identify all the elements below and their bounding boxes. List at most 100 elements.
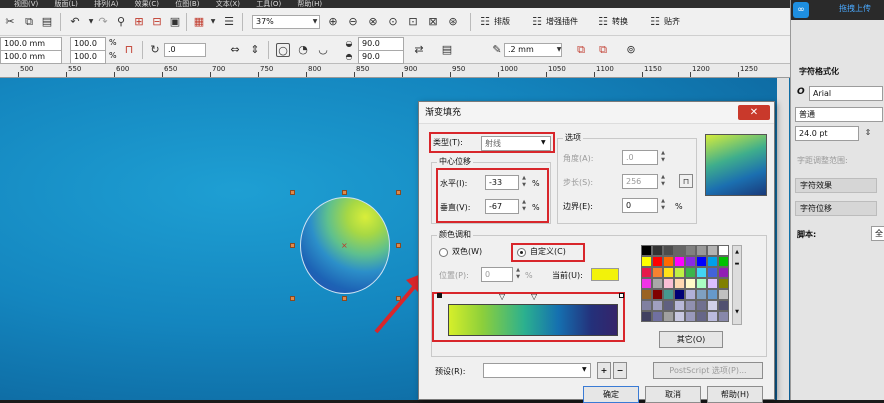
vertical-input[interactable]: -67 bbox=[485, 199, 519, 214]
mirror-horizontal-icon[interactable]: ⇔ bbox=[228, 43, 242, 57]
to-back-icon[interactable]: ⧉ bbox=[596, 43, 610, 57]
menu-effects[interactable]: 效果(C) bbox=[135, 0, 159, 8]
plugin-button[interactable]: 增强插件 bbox=[546, 16, 578, 28]
remove-preset-icon[interactable]: − bbox=[613, 362, 627, 379]
vertical-scrollbar[interactable] bbox=[777, 78, 789, 400]
palette-swatch[interactable] bbox=[707, 256, 718, 267]
lock-ratio-icon[interactable]: ⊓ bbox=[122, 43, 136, 57]
color-stop-marker[interactable]: ▽ bbox=[499, 292, 505, 301]
palette-swatch[interactable] bbox=[641, 245, 652, 256]
palette-swatch[interactable] bbox=[641, 311, 652, 322]
align-icon[interactable]: ☰ bbox=[222, 15, 236, 29]
preset-dropdown-icon[interactable]: ▼ bbox=[582, 366, 587, 373]
pie-icon[interactable]: ◔ bbox=[296, 43, 310, 57]
convert-button[interactable]: 转换 bbox=[612, 16, 628, 28]
app-launcher-icon[interactable]: ▦ bbox=[192, 15, 206, 29]
steps-spinner-icon[interactable]: ▲ ▼ bbox=[659, 174, 667, 188]
scale-y-input[interactable]: 100.0 bbox=[70, 50, 106, 64]
menu-arrange[interactable]: 排列(A) bbox=[94, 0, 118, 8]
steps-input[interactable]: 256 bbox=[622, 174, 658, 189]
selection-handle[interactable] bbox=[290, 190, 295, 195]
change-direction-icon[interactable]: ⇄ bbox=[412, 43, 426, 57]
palette-swatch[interactable] bbox=[685, 311, 696, 322]
color-stop-marker[interactable]: ▽ bbox=[531, 292, 537, 301]
palette-swatch[interactable] bbox=[663, 245, 674, 256]
rotation-input[interactable]: .0 bbox=[164, 43, 206, 57]
edge-pad-spinner-icon[interactable]: ▲ ▼ bbox=[659, 198, 667, 212]
to-front-icon[interactable]: ⧉ bbox=[574, 43, 588, 57]
ok-button[interactable]: 确定 bbox=[583, 386, 639, 403]
selection-handle[interactable] bbox=[290, 296, 295, 301]
palette-swatch[interactable] bbox=[718, 267, 729, 278]
palette-swatch[interactable] bbox=[685, 245, 696, 256]
horizontal-spinner-icon[interactable]: ▲ ▼ bbox=[520, 175, 528, 189]
palette-swatch[interactable] bbox=[674, 245, 685, 256]
palette-swatch[interactable] bbox=[641, 267, 652, 278]
scale-x-input[interactable]: 100.0 bbox=[70, 37, 106, 51]
palette-swatch[interactable] bbox=[696, 256, 707, 267]
selection-handle[interactable] bbox=[396, 190, 401, 195]
character-effects-section[interactable]: 字符效果 bbox=[795, 178, 877, 193]
position-spinner-icon[interactable]: ▲ ▼ bbox=[514, 267, 522, 281]
palette-swatch[interactable] bbox=[718, 300, 729, 311]
selection-handle[interactable] bbox=[342, 296, 347, 301]
edge-pad-input[interactable]: 0 bbox=[622, 198, 658, 213]
start-stop-marker[interactable] bbox=[437, 293, 442, 298]
palette-swatch[interactable] bbox=[641, 289, 652, 300]
wrap-text-icon[interactable]: ▤ bbox=[440, 43, 454, 57]
palette-swatch[interactable] bbox=[707, 289, 718, 300]
font-style-select[interactable]: 普通 bbox=[795, 107, 883, 122]
palette-swatch[interactable] bbox=[696, 245, 707, 256]
palette-swatch[interactable] bbox=[707, 245, 718, 256]
angle-input[interactable]: .0 bbox=[622, 150, 658, 165]
palette-swatch[interactable] bbox=[674, 278, 685, 289]
others-button[interactable]: 其它(O) bbox=[659, 331, 723, 348]
menu-layout[interactable]: 版面(L) bbox=[55, 0, 78, 8]
palette-swatch[interactable] bbox=[663, 300, 674, 311]
palette-swatch[interactable] bbox=[696, 311, 707, 322]
custom-radio[interactable] bbox=[517, 248, 526, 257]
palette-swatch[interactable] bbox=[652, 311, 663, 322]
zoom-height-icon[interactable]: ⊠ bbox=[426, 15, 440, 29]
gradient-color-bar[interactable] bbox=[448, 304, 618, 336]
type-dropdown-icon[interactable]: ▼ bbox=[541, 139, 546, 146]
preset-select[interactable] bbox=[483, 363, 591, 378]
palette-swatch[interactable] bbox=[707, 311, 718, 322]
palette-swatch[interactable] bbox=[641, 256, 652, 267]
selection-handle[interactable] bbox=[396, 243, 401, 248]
palette-swatch[interactable] bbox=[652, 245, 663, 256]
end-stop-marker[interactable] bbox=[619, 293, 624, 298]
publish-icon[interactable]: ▣ bbox=[168, 15, 182, 29]
outline-dropdown-icon[interactable]: ▼ bbox=[552, 43, 566, 57]
menu-view[interactable]: 视图(V) bbox=[14, 0, 38, 8]
cancel-button[interactable]: 取消 bbox=[645, 386, 701, 403]
mirror-vertical-icon[interactable]: ⇕ bbox=[248, 43, 262, 57]
character-offset-section[interactable]: 字符位移 bbox=[795, 201, 877, 216]
palette-swatch[interactable] bbox=[696, 300, 707, 311]
postscript-options-button[interactable]: PostScript 选项(P)... bbox=[653, 362, 763, 379]
palette-swatch[interactable] bbox=[663, 256, 674, 267]
undo-icon[interactable]: ↶ bbox=[68, 15, 82, 29]
add-preset-icon[interactable]: + bbox=[597, 362, 611, 379]
palette-swatch[interactable] bbox=[718, 311, 729, 322]
copy-icon[interactable]: ⧉ bbox=[22, 15, 36, 29]
zoom-width-icon[interactable]: ⊡ bbox=[406, 15, 420, 29]
menu-text[interactable]: 文本(X) bbox=[216, 0, 240, 8]
zoom-out-icon[interactable]: ⊖ bbox=[346, 15, 360, 29]
position-input[interactable]: 0 bbox=[481, 267, 513, 282]
palette-swatch[interactable] bbox=[652, 300, 663, 311]
palette-swatch[interactable] bbox=[652, 256, 663, 267]
ellipse-icon[interactable]: ○ bbox=[276, 43, 290, 57]
zoom-dropdown-icon[interactable]: ▼ bbox=[308, 15, 322, 29]
menu-bitmap[interactable]: 位图(B) bbox=[175, 0, 199, 8]
zoom-fit-icon[interactable]: ⊗ bbox=[366, 15, 380, 29]
convert-curves-icon[interactable]: ⊚ bbox=[624, 43, 638, 57]
palette-swatch[interactable] bbox=[663, 278, 674, 289]
zoom-page-icon[interactable]: ⊙ bbox=[386, 15, 400, 29]
object-width-input[interactable]: 100.0 mm bbox=[0, 37, 62, 51]
palette-swatch[interactable] bbox=[718, 256, 729, 267]
palette-swatch[interactable] bbox=[718, 245, 729, 256]
import-icon[interactable]: ⊞ bbox=[132, 15, 146, 29]
script-select[interactable]: 全 bbox=[871, 226, 884, 241]
current-color-swatch[interactable] bbox=[591, 268, 619, 281]
